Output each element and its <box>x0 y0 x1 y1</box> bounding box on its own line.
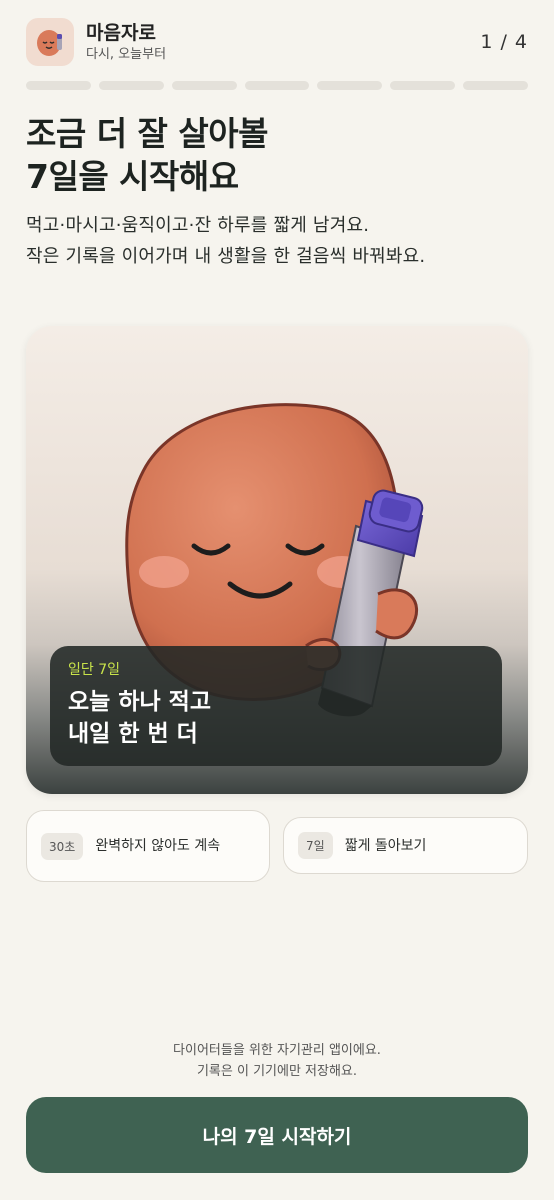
feature-chip-review: 7일 짧게 돌아보기 <box>283 817 528 874</box>
feature-chip-continue: 30초 완벽하지 않아도 계속 <box>26 810 270 882</box>
app-name: 마음자로 <box>86 21 156 44</box>
app-logo-icon <box>26 18 74 66</box>
progress-segment <box>244 81 310 90</box>
caption-tag: 일단 7일 <box>68 662 120 678</box>
progress-segment <box>390 81 456 90</box>
progress-segment <box>463 81 529 90</box>
start-button[interactable]: 나의 7일 시작하기 <box>26 1097 528 1173</box>
hero-card: 일단 7일 오늘 하나 적고 내일 한 번 더 <box>26 326 528 794</box>
title-line-1: 조금 더 잘 살아볼 <box>26 114 269 153</box>
hero-caption: 일단 7일 오늘 하나 적고 내일 한 번 더 <box>50 646 502 766</box>
title-line-2: 7일을 시작해요 <box>26 157 239 196</box>
chip-badge: 30초 <box>41 832 84 860</box>
progress-segment <box>26 81 91 90</box>
intro-line-2: 작은 기록을 이어가며 내 생활을 한 걸음씩 바꿔봐요. <box>26 246 426 267</box>
progress-segment <box>317 81 383 90</box>
chip-badge: 7일 <box>298 832 333 859</box>
footnote-line-1: 다이어터들을 위한 자기관리 앱이에요. <box>173 1043 381 1058</box>
app-header: 마음자로 다시, 오늘부터 1 / 4 <box>26 16 528 68</box>
page-title: 조금 더 잘 살아볼 7일을 시작해요 <box>26 112 526 198</box>
progress-segment <box>171 81 237 90</box>
app-subtitle: 다시, 오늘부터 <box>86 46 167 62</box>
intro-text: 먹고·마시고·움직이고·잔 하루를 짧게 남겨요. 작은 기록을 이어가며 내 … <box>26 210 531 272</box>
caption-line-2: 내일 한 번 더 <box>68 721 198 747</box>
chip-text: 완벽하지 않아도 계속 <box>95 838 221 854</box>
progress-segment <box>98 81 164 90</box>
progress-bar <box>26 81 529 90</box>
intro-line-1: 먹고·마시고·움직이고·잔 하루를 짧게 남겨요. <box>26 215 370 236</box>
caption-line-1: 오늘 하나 적고 <box>68 689 211 715</box>
caption-title: 오늘 하나 적고 내일 한 번 더 <box>68 686 484 750</box>
footnote-line-2: 기록은 이 기기에만 저장해요. <box>196 1064 358 1079</box>
step-counter: 1 / 4 <box>480 31 528 53</box>
footnote: 다이어터들을 위한 자기관리 앱이에요. 기록은 이 기기에만 저장해요. <box>0 1040 554 1082</box>
chip-text: 짧게 돌아보기 <box>344 837 427 854</box>
